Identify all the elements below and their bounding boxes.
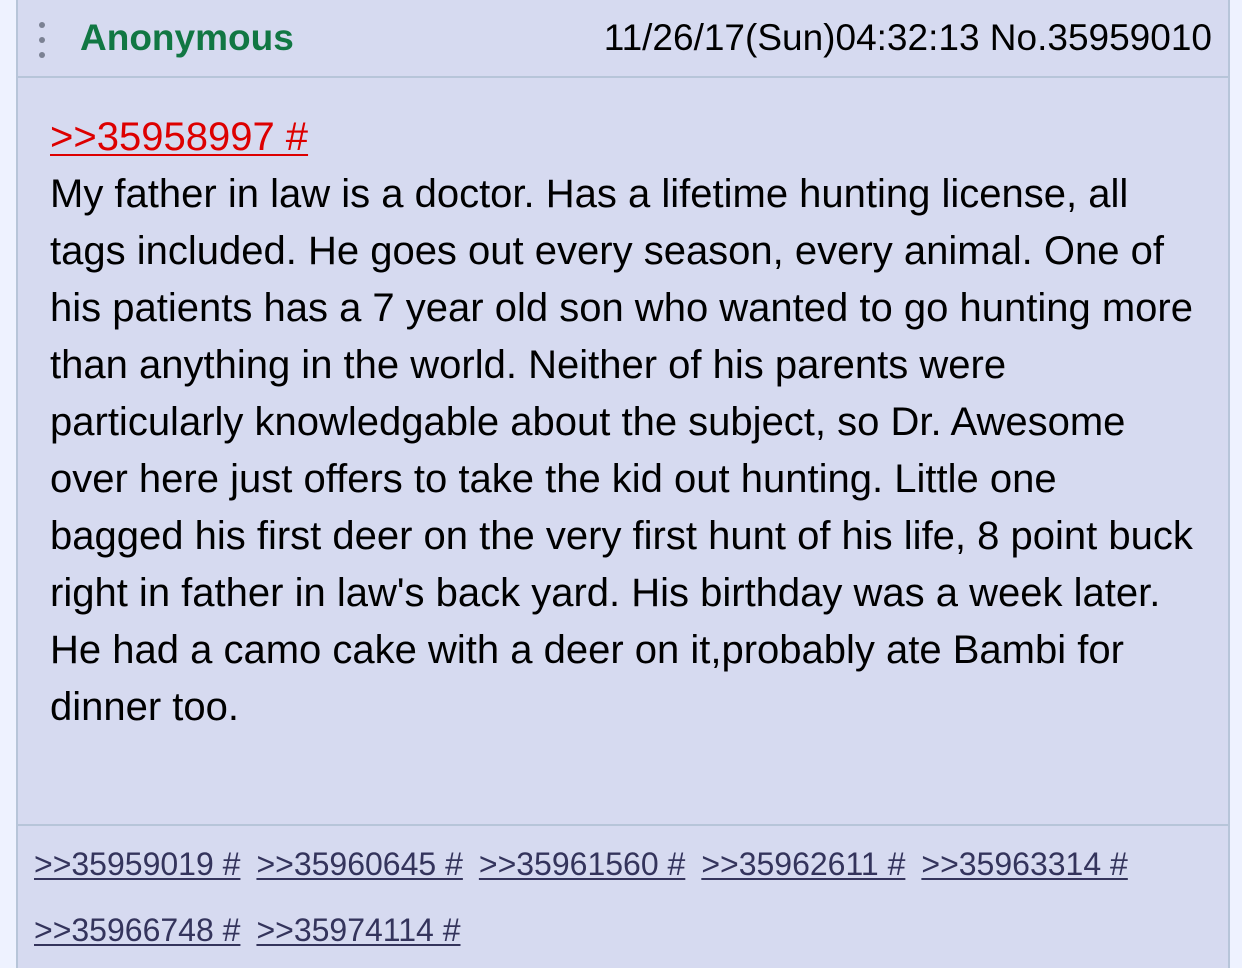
menu-dot bbox=[39, 22, 45, 28]
backlink[interactable]: >>35966748 # bbox=[34, 908, 240, 952]
poster-name: Anonymous bbox=[80, 17, 294, 58]
backlinks-list: >>35959019 # >>35960645 # >>35961560 # >… bbox=[34, 842, 1214, 952]
backlink[interactable]: >>35962611 # bbox=[701, 842, 905, 886]
backlink[interactable]: >>35960645 # bbox=[256, 842, 462, 886]
backlink[interactable]: >>35959019 # bbox=[34, 842, 240, 886]
menu-dot bbox=[39, 52, 45, 58]
post-body: >>35958997 # My father in law is a docto… bbox=[50, 112, 1200, 736]
backlink[interactable]: >>35974114 # bbox=[256, 908, 460, 952]
post-header: Anonymous 11/26/17(Sun)04:32:13 No.35959… bbox=[18, 0, 1228, 78]
post-container: Anonymous 11/26/17(Sun)04:32:13 No.35959… bbox=[16, 0, 1230, 968]
quote-link[interactable]: >>35958997 # bbox=[50, 112, 308, 162]
backlinks-footer: >>35959019 # >>35960645 # >>35961560 # >… bbox=[18, 824, 1228, 968]
vertical-ellipsis-icon[interactable] bbox=[38, 22, 46, 58]
backlink[interactable]: >>35963314 # bbox=[921, 842, 1127, 886]
menu-dot bbox=[39, 37, 45, 43]
post-datetime-number[interactable]: 11/26/17(Sun)04:32:13 No.35959010 bbox=[604, 16, 1212, 60]
post-message: My father in law is a doctor. Has a life… bbox=[50, 172, 1193, 729]
backlink[interactable]: >>35961560 # bbox=[479, 842, 685, 886]
